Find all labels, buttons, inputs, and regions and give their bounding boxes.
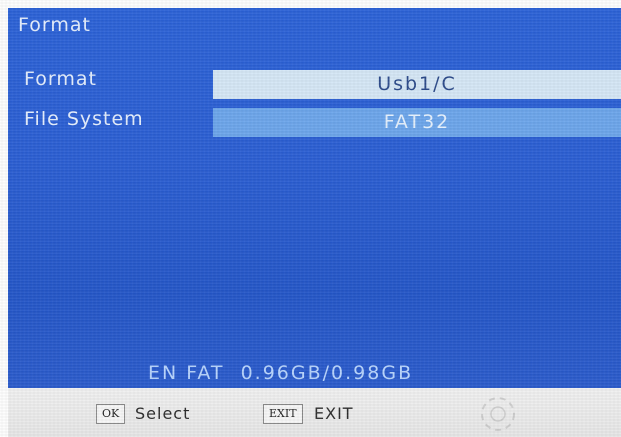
watermark-logo-icon [481,397,515,431]
format-device-field[interactable]: Usb1/C [213,70,621,99]
key-hint-bar: OK Select EXIT EXIT [8,388,621,437]
file-system-field[interactable]: FAT32 [213,108,621,137]
select-hint: Select [135,404,191,423]
ok-key-icon: OK [96,404,126,424]
disk-status-line: EN FAT 0.96GB/0.98GB [148,362,421,384]
exit-hint: EXIT [314,404,354,423]
capacity-status: 0.96GB/0.98GB [240,362,414,384]
format-row-label: Format [24,68,97,90]
tv-menu-screen: Format Format Usb1/C File System FAT32 E… [0,0,621,437]
exit-key-icon: EXIT [263,404,303,424]
file-system-row-label: File System [24,108,144,130]
menu-title: Format [18,14,91,36]
filesystem-status: FAT [186,362,225,384]
language-status: EN [148,362,179,384]
format-menu-panel: Format Format Usb1/C File System FAT32 E… [8,8,621,388]
